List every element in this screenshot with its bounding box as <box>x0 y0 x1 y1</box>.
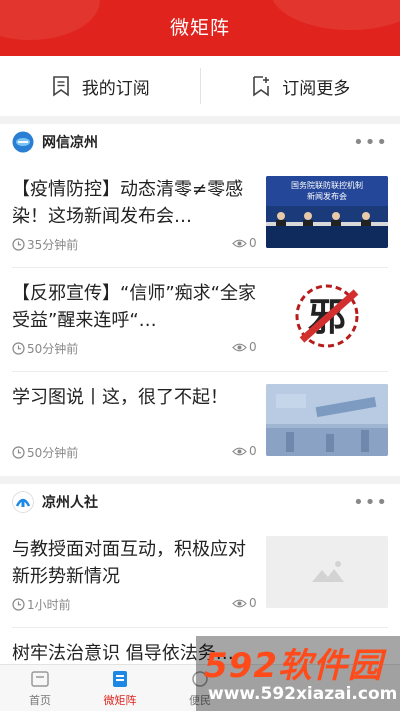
my-subscriptions-label: 我的订阅 <box>81 78 150 99</box>
views-count: 0 <box>249 340 257 354</box>
time-text: 50分钟前 <box>27 446 79 460</box>
article-time: 50分钟前 <box>12 444 78 461</box>
views-count: 0 <box>249 236 257 250</box>
bookmark-list-icon <box>52 76 69 97</box>
clock-icon <box>12 238 25 251</box>
more-options-icon[interactable]: ••• <box>353 132 388 153</box>
matrix-icon <box>113 671 127 687</box>
article-thumbnail <box>266 384 388 456</box>
list-item[interactable]: 【反邪宣传】“信师”痴求“全家受益”醒来连呼“… 50分钟前 0 邪 <box>0 268 400 372</box>
article-title: 学习图说丨这，很了不起！ <box>12 387 228 408</box>
subscription-bar: 我的订阅 订阅更多 <box>0 56 400 116</box>
tab-home[interactable]: 首页 <box>0 665 80 711</box>
time-text: 1小时前 <box>27 598 71 612</box>
tab-matrix[interactable]: 微矩阵 <box>80 665 160 711</box>
article-thumbnail <box>266 536 388 608</box>
article-views: 0 <box>232 340 257 354</box>
image-placeholder-icon <box>266 536 388 608</box>
article-thumbnail: 国务院联防联控机制 新闻发布会 <box>266 176 388 248</box>
section-header[interactable]: 网信凉州 ••• <box>0 124 400 160</box>
list-item[interactable]: 学习图说丨这，很了不起！ 50分钟前 0 <box>0 372 400 476</box>
my-subscriptions-button[interactable]: 我的订阅 <box>0 56 200 116</box>
article-time: 1小时前 <box>12 596 71 613</box>
article-thumbnail: 邪 <box>266 280 388 352</box>
time-text: 50分钟前 <box>27 342 79 356</box>
svg-text:国务院联防联控机制: 国务院联防联控机制 <box>291 180 363 190</box>
article-views: 0 <box>232 596 257 610</box>
eye-icon <box>232 447 247 455</box>
clock-icon <box>12 598 25 611</box>
bookmark-add-icon <box>253 76 270 97</box>
press-conference-image: 国务院联防联控机制 新闻发布会 <box>266 176 388 248</box>
article-time: 35分钟前 <box>12 236 78 253</box>
article-title: 与教授面对面互动，积极应对新形势新情况 <box>12 539 246 587</box>
article-title: 【疫情防控】动态清零≠零感染！这场新闻发布会… <box>12 179 244 227</box>
watermark: 592软件园 www.592xiazai.com <box>196 636 400 711</box>
list-item[interactable]: 与教授面对面互动，积极应对新形势新情况 1小时前 0 <box>0 524 400 628</box>
more-options-icon[interactable]: ••• <box>353 492 388 513</box>
eye-icon <box>232 343 247 351</box>
list-item[interactable]: 【疫情防控】动态清零≠零感染！这场新闻发布会… 35分钟前 0 国务院联防联控机… <box>0 164 400 268</box>
watermark-brand: 592软件园 <box>204 646 383 686</box>
subscribe-more-label: 订阅更多 <box>282 78 351 99</box>
page-title: 微矩阵 <box>169 17 230 39</box>
exhibition-image <box>266 384 388 456</box>
svg-text:新闻发布会: 新闻发布会 <box>307 191 347 201</box>
clock-icon <box>12 446 25 459</box>
account-logo-icon <box>12 131 34 153</box>
account-section: 网信凉州 ••• 【疫情防控】动态清零≠零感染！这场新闻发布会… 35分钟前 0… <box>0 124 400 476</box>
views-count: 0 <box>249 596 257 610</box>
time-text: 35分钟前 <box>27 238 79 252</box>
subscribe-more-button[interactable]: 订阅更多 <box>201 56 400 116</box>
article-title: 【反邪宣传】“信师”痴求“全家受益”醒来连呼“… <box>12 283 256 331</box>
section-name: 凉州人社 <box>42 495 98 511</box>
tab-label: 微矩阵 <box>103 694 137 707</box>
article-views: 0 <box>232 444 257 458</box>
home-icon <box>31 671 49 687</box>
article-time: 50分钟前 <box>12 340 78 357</box>
clock-icon <box>12 342 25 355</box>
section-name: 网信凉州 <box>42 135 98 151</box>
anti-cult-image: 邪 <box>266 280 388 352</box>
watermark-url: www.592xiazai.com <box>208 684 398 704</box>
section-header[interactable]: 凉州人社 ••• <box>0 484 400 520</box>
app-header: 微矩阵 <box>0 0 400 56</box>
account-logo-icon <box>12 491 34 513</box>
article-views: 0 <box>232 236 257 250</box>
eye-icon <box>232 239 247 247</box>
tab-label: 首页 <box>29 694 51 707</box>
eye-icon <box>232 599 247 607</box>
views-count: 0 <box>249 444 257 458</box>
